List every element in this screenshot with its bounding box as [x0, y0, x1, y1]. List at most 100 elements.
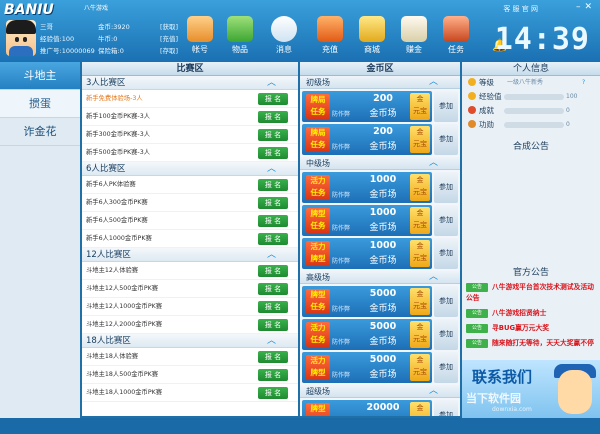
field-header[interactable]: 中级场 ︿ — [300, 157, 460, 170]
user-bull: 牛币:0 — [98, 35, 118, 43]
match-row[interactable]: 新手300金币PK赛-3人报 名 — [82, 126, 298, 144]
signup-button[interactable]: 报 名 — [258, 179, 288, 191]
notice-item[interactable]: 公告 随来随打无等待，天天大奖赢不停 — [462, 336, 600, 351]
toolbar-recharge[interactable]: 充值 — [312, 16, 348, 60]
match-row[interactable]: 新手6人300金币PK赛报 名 — [82, 194, 298, 212]
collapse-icon[interactable]: ︿ — [429, 76, 438, 89]
avatar[interactable] — [6, 20, 36, 56]
toolbar-message[interactable]: 消息 — [266, 16, 302, 60]
merit-bar — [504, 122, 564, 128]
gold-room-card[interactable]: 活力 牌型 防作弊 1000 金币场金元宝 参加 — [302, 238, 458, 269]
toolbar-account[interactable]: 帐号 — [182, 16, 218, 60]
notice-tag: 公告 — [466, 324, 488, 333]
window-controls[interactable]: –✕ — [576, 2, 596, 12]
gold-room-card[interactable]: 牌型 任务 防作弊 5000 金币场金元宝 参加 — [302, 286, 458, 317]
collapse-icon[interactable]: ︿ — [267, 248, 276, 262]
signup-button[interactable]: 报 名 — [258, 111, 288, 123]
match-row[interactable]: 斗地主18人1000金币PK赛报 名 — [82, 384, 298, 402]
match-row[interactable]: 新手6人500金币PK赛报 名 — [82, 212, 298, 230]
help-icon[interactable]: ? — [582, 76, 585, 90]
signup-button[interactable]: 报 名 — [258, 319, 288, 331]
deposit-button[interactable]: [存取] — [160, 45, 178, 55]
match-group-header[interactable]: 6人比赛区 ︿ — [82, 162, 298, 176]
gold-room-card[interactable]: 牌型任务防作弊20000金币场金元宝参加 — [302, 400, 458, 416]
match-group-header[interactable]: 18人比赛区 ︿ — [82, 334, 298, 348]
match-group-header[interactable]: 12人比赛区 ︿ — [82, 248, 298, 262]
toolbar-task[interactable]: 任务 — [438, 16, 474, 60]
toolbar-items[interactable]: 物品 — [222, 16, 258, 60]
join-button[interactable]: 参加 — [434, 124, 458, 155]
join-button[interactable]: 参加 — [434, 352, 458, 383]
gold-room-card[interactable]: 活力 牌型 防作弊 5000 金币场金元宝 参加 — [302, 352, 458, 383]
get-gold-button[interactable]: [获取] — [160, 21, 178, 31]
notice-item[interactable]: 公告 寻BUG赢万元大奖 — [462, 321, 600, 336]
notice-tag: 公告 — [466, 339, 488, 348]
signup-button[interactable]: 报 名 — [258, 93, 288, 105]
stat-exp: 经验值 100 — [462, 90, 600, 104]
field-header[interactable]: 高级场 ︿ — [300, 271, 460, 284]
match-row[interactable]: 新手6人1000金币PK赛报 名 — [82, 230, 298, 248]
match-row[interactable]: 新手6人PK体验赛报 名 — [82, 176, 298, 194]
signup-button[interactable]: 报 名 — [258, 265, 288, 277]
task-badge: 牌型任务 — [306, 403, 330, 416]
match-row[interactable]: 新手500金币PK赛-3人报 名 — [82, 144, 298, 162]
charge-bull-button[interactable]: [充值] — [160, 33, 178, 43]
gold-room-card[interactable]: 活力 任务 防作弊 1000 金币场金元宝 参加 — [302, 172, 458, 203]
join-button[interactable]: 参加 — [434, 319, 458, 350]
field-header[interactable]: 超级场 ︿ — [300, 385, 460, 398]
user-deposit: 保险箱:0 — [98, 47, 124, 55]
logo: BANIU 八牛游戏 — [4, 2, 109, 18]
task-badge: 牌局 任务 — [306, 94, 330, 119]
match-row[interactable]: 斗地主12人体验赛报 名 — [82, 262, 298, 280]
signup-button[interactable]: 报 名 — [258, 283, 288, 295]
close-icon[interactable]: ✕ — [584, 2, 596, 12]
nav-guandan[interactable]: 掼蛋 — [0, 90, 80, 118]
signup-button[interactable]: 报 名 — [258, 215, 288, 227]
toolbar-earn[interactable]: 赚金 — [396, 16, 432, 60]
signup-button[interactable]: 报 名 — [258, 233, 288, 245]
notice-item[interactable]: 公告 八牛游戏招贤纳士 — [462, 306, 600, 321]
field-header[interactable]: 初级场 ︿ — [300, 76, 460, 89]
match-row[interactable]: 斗地主12人1000金币PK赛报 名 — [82, 298, 298, 316]
collapse-icon[interactable]: ︿ — [429, 271, 438, 284]
toolbar-shop[interactable]: 商城 — [354, 16, 390, 60]
task-badge: 牌型任务 — [306, 208, 330, 233]
signup-button[interactable]: 报 名 — [258, 147, 288, 159]
collapse-icon[interactable]: ︿ — [267, 162, 276, 176]
match-row[interactable]: 斗地主12人500金币PK赛报 名 — [82, 280, 298, 298]
signup-button[interactable]: 报 名 — [258, 129, 288, 141]
match-row[interactable]: 斗地主18人体验赛报 名 — [82, 348, 298, 366]
match-row[interactable]: 新手100金币PK赛-3人报 名 — [82, 108, 298, 126]
signup-button[interactable]: 报 名 — [258, 351, 288, 363]
gold-room-card[interactable]: 牌型 任务 防作弊 1000 金币场金元宝 参加 — [302, 205, 458, 236]
nav-zhajinhua[interactable]: 诈金花 — [0, 118, 80, 146]
join-button[interactable]: 参加 — [434, 91, 458, 122]
signup-button[interactable]: 报 名 — [258, 387, 288, 399]
match-row[interactable]: 斗地主18人500金币PK赛报 名 — [82, 366, 298, 384]
match-row[interactable]: 新手免费体验场-3人报 名 — [82, 90, 298, 108]
join-button[interactable]: 参加 — [434, 400, 458, 416]
gold-room-card[interactable]: 牌局 任务 防作弊 200 金币场金元宝 参加 — [302, 124, 458, 155]
collapse-icon[interactable]: ︿ — [267, 334, 276, 348]
gold-room-card[interactable]: 牌局 任务 防作弊 200 金币场金元宝 参加 — [302, 91, 458, 122]
stat-achievement: 成就 0 — [462, 104, 600, 118]
match-row[interactable]: 斗地主12人2000金币PK赛报 名 — [82, 316, 298, 334]
gold-room-card[interactable]: 活力 任务 防作弊 5000 金币场金元宝 参加 — [302, 319, 458, 350]
notice-item[interactable]: 公告 八牛游戏平台首次技术测试及活动公告 — [462, 280, 600, 306]
join-button[interactable]: 参加 — [434, 286, 458, 317]
collapse-icon[interactable]: ︿ — [429, 385, 438, 398]
nav-doudizhu[interactable]: 斗地主 — [0, 62, 80, 90]
join-button[interactable]: 参加 — [434, 238, 458, 269]
join-button[interactable]: 参加 — [434, 172, 458, 203]
collapse-icon[interactable]: ︿ — [267, 76, 276, 90]
signup-button[interactable]: 报 名 — [258, 197, 288, 209]
contact-us-banner[interactable]: 联系我们 当下软件园 downxia.com — [462, 360, 600, 418]
notice-tag: 公告 — [466, 309, 488, 318]
signup-button[interactable]: 报 名 — [258, 369, 288, 381]
level-icon — [468, 78, 476, 86]
join-button[interactable]: 参加 — [434, 205, 458, 236]
signup-button[interactable]: 报 名 — [258, 301, 288, 313]
collapse-icon[interactable]: ︿ — [429, 157, 438, 170]
top-links[interactable]: 客 服 官 网 — [503, 4, 538, 14]
match-group-header[interactable]: 3人比赛区 ︿ — [82, 76, 298, 90]
